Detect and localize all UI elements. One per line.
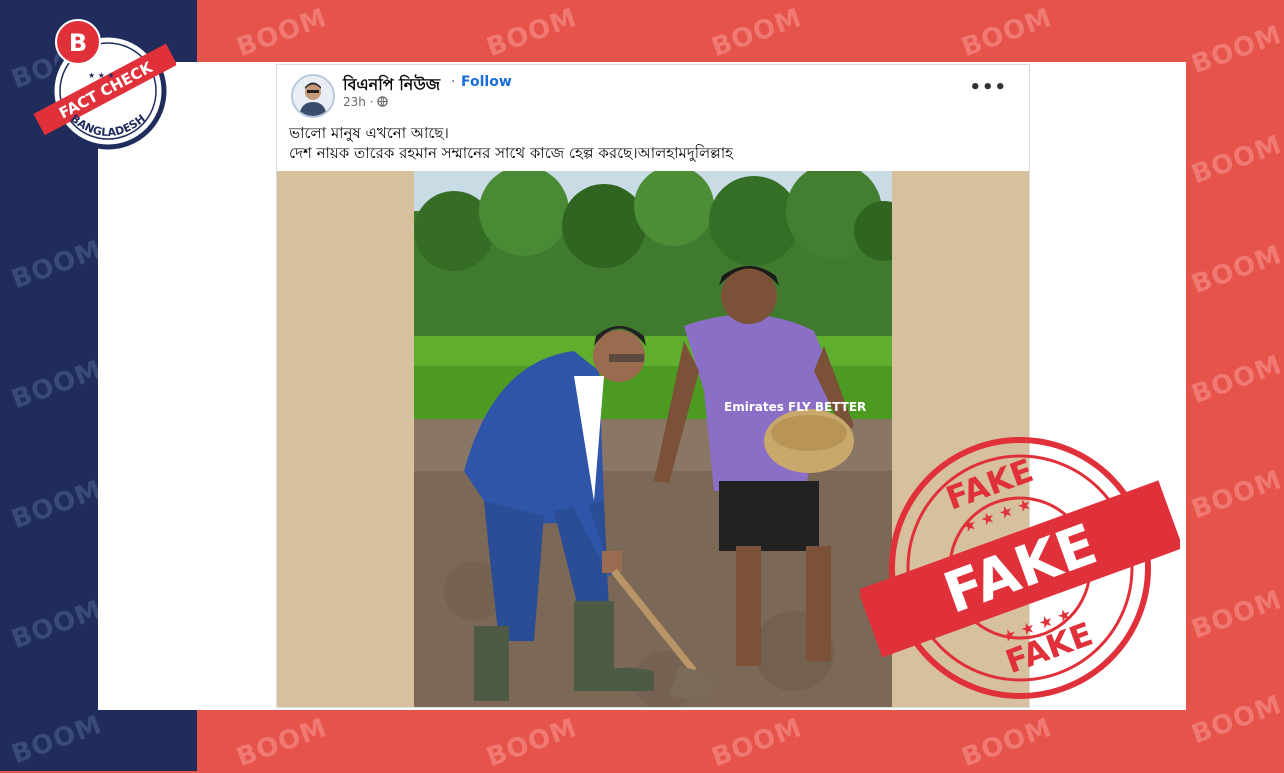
avatar[interactable] [291,74,335,118]
more-options-icon[interactable]: ••• [969,77,1007,98]
svg-text:★ ★ ★: ★ ★ ★ [88,71,115,80]
jersey-sponsor: Emirates FLY BETTER [724,400,866,414]
post-time[interactable]: 23h [343,95,366,109]
logo-letter: B [69,29,87,57]
fake-stamp: FAKE FAKE ★ ★ ★ ★ ★ ★ ★ ★ FAKE [860,437,1180,699]
profile-picture [293,76,333,116]
post-text: ভালো মানুষ এখনো আছে। দেশ নায়ক তারেক রহম… [289,123,733,163]
globe-icon [377,96,389,107]
post-text-line: দেশ নায়ক তারেক রহমান সম্মানের সাথে কাজে… [289,144,734,162]
separator-dot: · [369,95,374,109]
post-text-line: ভালো মানুষ এখনো আছে। [289,124,449,142]
separator-dot: · [451,74,456,90]
post-photo: Emirates FLY BETTER [414,171,892,707]
post-meta: 23h · [343,95,389,109]
fact-check-bangladesh-logo: B FACT CHECK BANGLADESH ★ ★ ★ [33,19,176,150]
follow-button[interactable]: Follow [461,74,512,90]
